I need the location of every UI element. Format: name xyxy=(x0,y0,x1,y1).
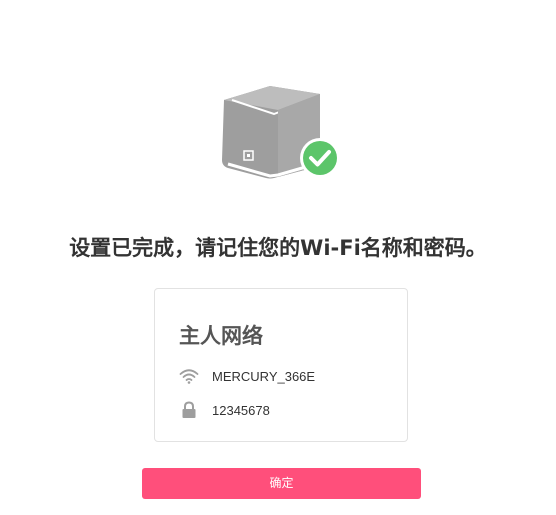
network-title: 主人网络 xyxy=(179,324,263,348)
ssid-row: MERCURY_366E xyxy=(179,366,315,386)
wifi-icon xyxy=(179,366,199,386)
password-value: 12345678 xyxy=(212,402,270,418)
setup-complete-page: 设置已完成，请记住您的Wi-Fi名称和密码。 主人网络 MERCURY_366E xyxy=(0,0,556,515)
router-icon xyxy=(222,86,340,179)
check-badge xyxy=(303,141,337,175)
completion-message: 设置已完成，请记住您的Wi-Fi名称和密码。 xyxy=(69,236,487,260)
ssid-value: MERCURY_366E xyxy=(212,368,316,384)
router-illustration xyxy=(212,80,348,185)
confirm-button[interactable]: 确定 xyxy=(142,468,421,499)
host-network-card: 主人网络 MERCURY_366E 12345678 xyxy=(154,288,408,442)
lock-icon xyxy=(179,400,199,420)
password-row: 12345678 xyxy=(179,400,270,420)
